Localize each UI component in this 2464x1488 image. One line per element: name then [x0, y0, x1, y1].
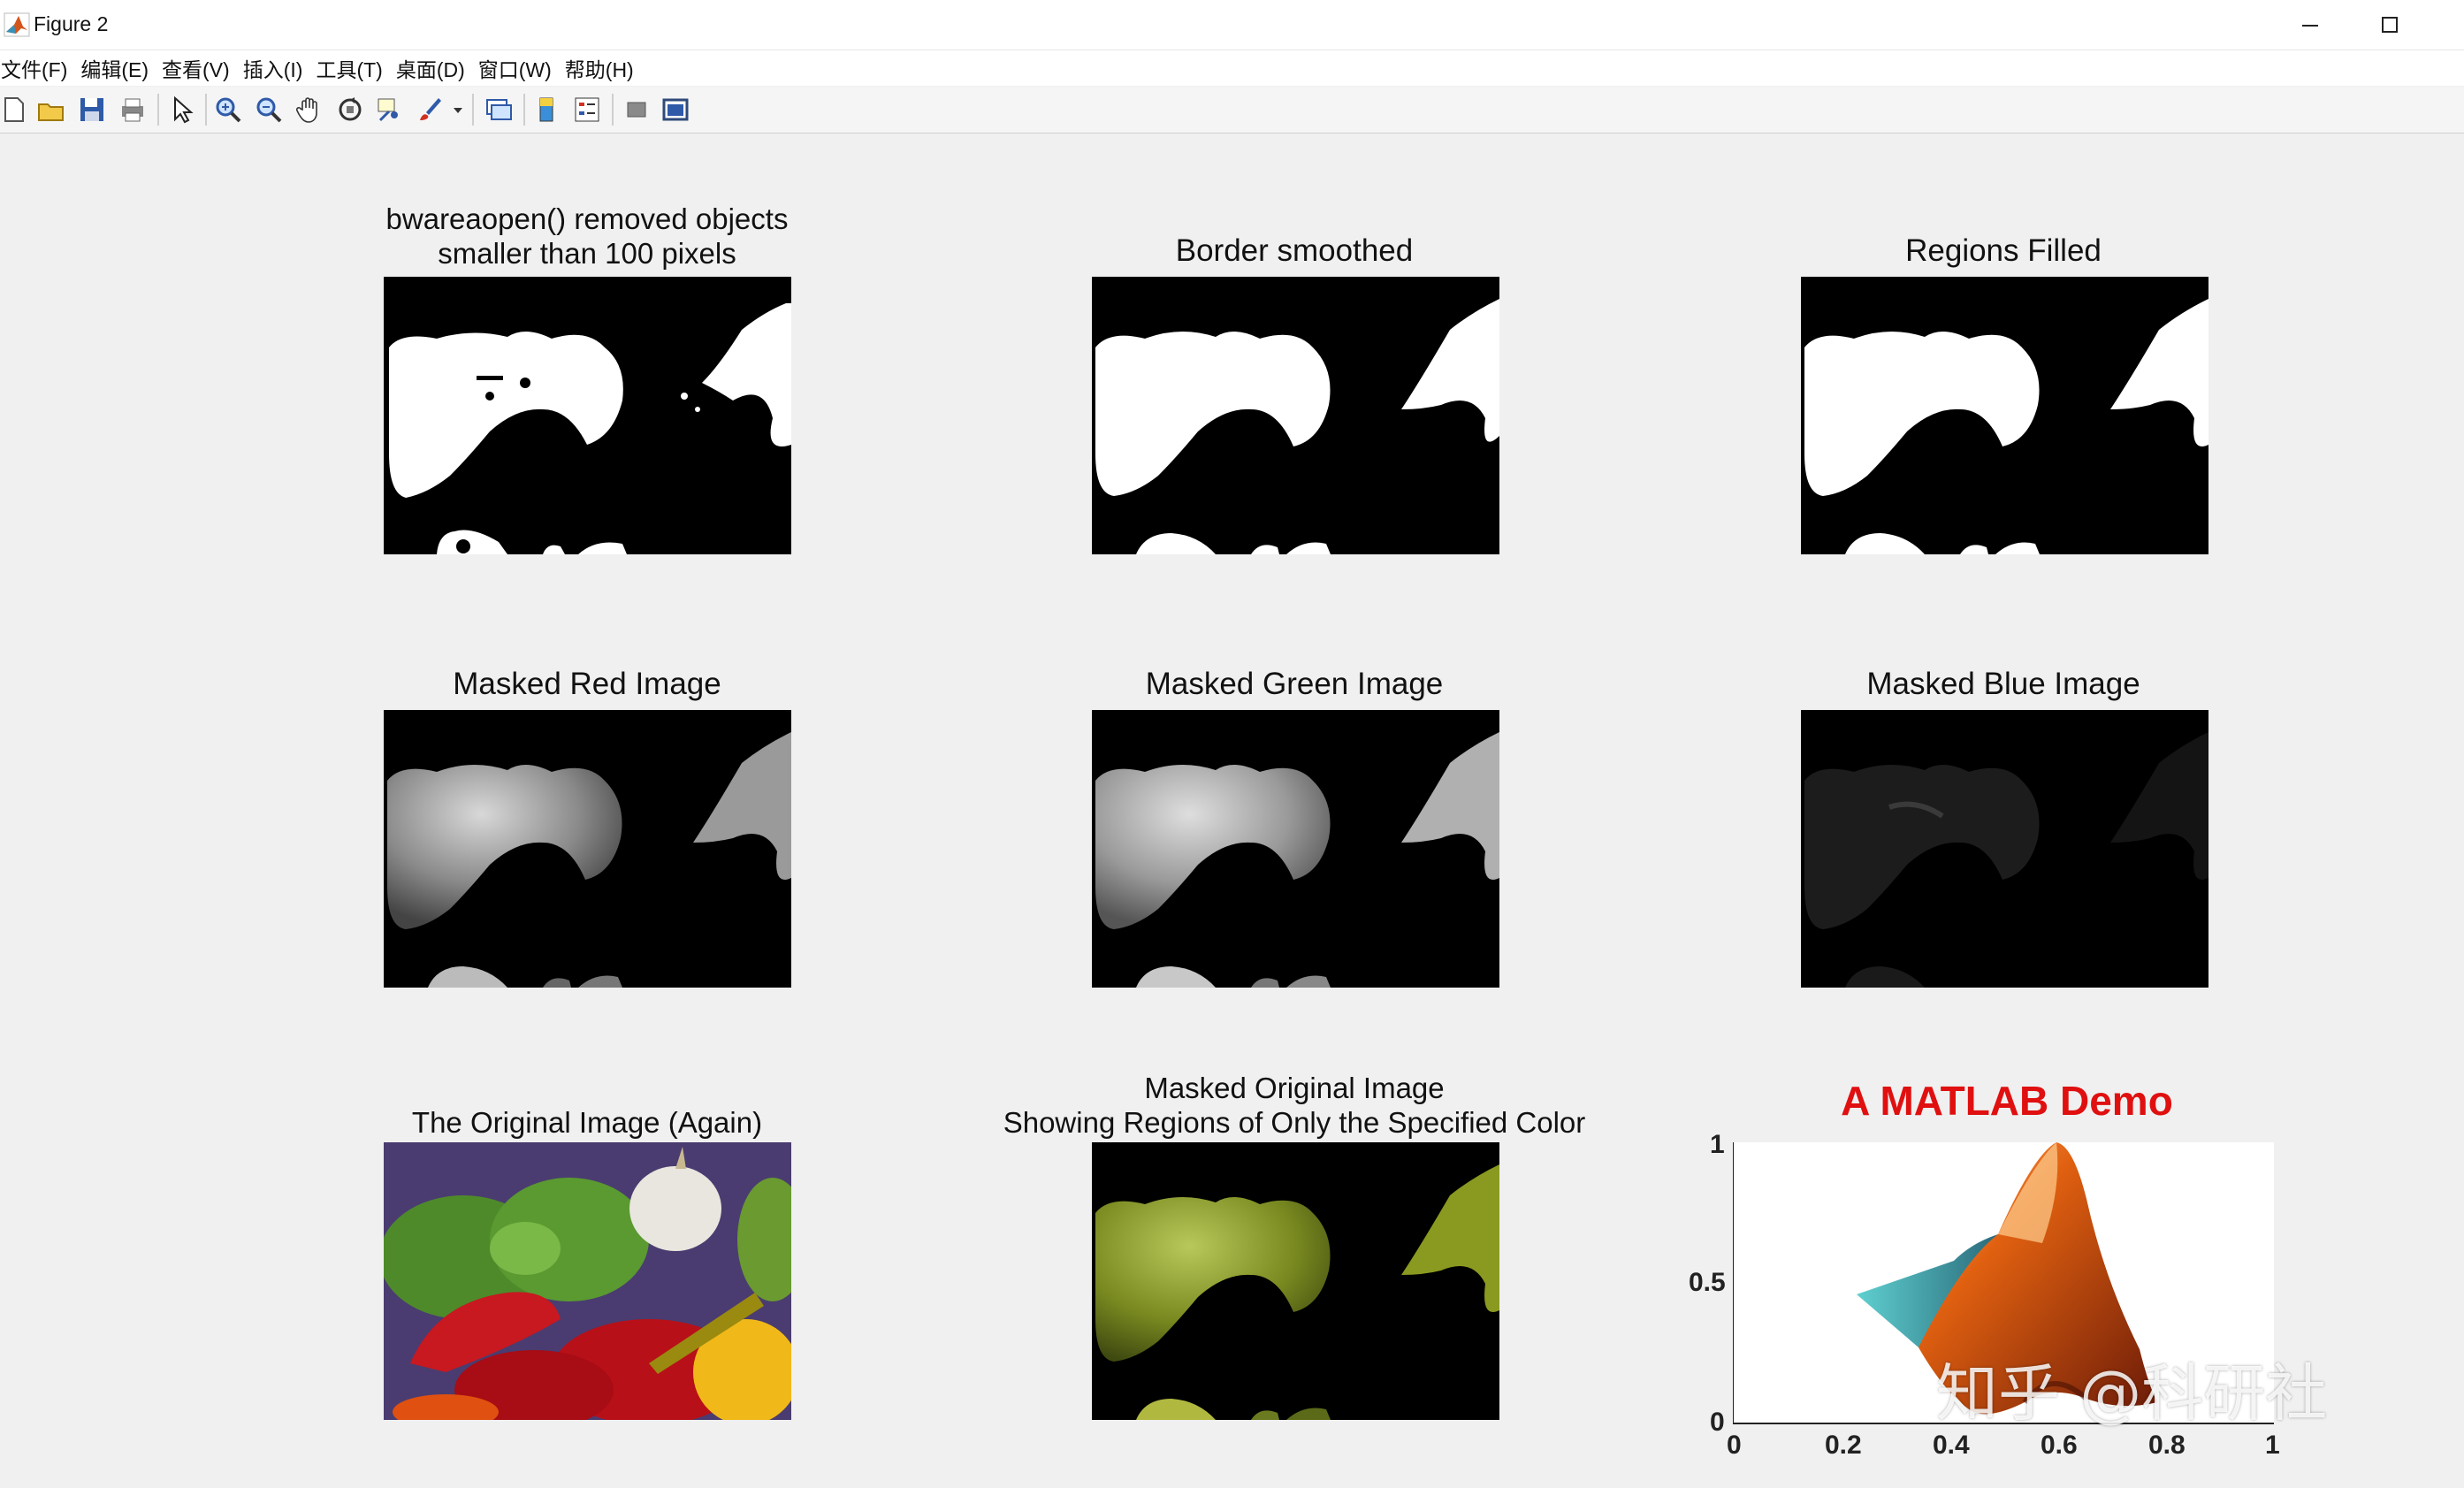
- x-tick-label: 1: [2265, 1431, 2280, 1460]
- panel-title-line2: Showing Regions of Only the Specified Co…: [1003, 1106, 1586, 1139]
- toolbar-separator: [205, 94, 207, 126]
- panel-title: Regions Filled: [1905, 233, 2102, 268]
- menu-edit[interactable]: 编辑(E): [80, 53, 156, 83]
- toolbar-separator: [523, 94, 525, 126]
- binary-mask-image: [384, 277, 791, 554]
- rotate-3d-icon[interactable]: [336, 95, 364, 124]
- panel-title: bwareaopen() removed objects smaller tha…: [322, 202, 852, 271]
- maximize-button[interactable]: [2350, 0, 2430, 50]
- x-tick-label: 0.8: [2148, 1431, 2186, 1460]
- panel-title-line2: smaller than 100 pixels: [438, 237, 736, 270]
- y-tick-label: 0: [1710, 1408, 1725, 1437]
- new-figure-icon[interactable]: [0, 95, 28, 124]
- menu-file[interactable]: 文件(F): [0, 53, 74, 83]
- save-icon[interactable]: [78, 95, 106, 124]
- masked-original-image: [1092, 1142, 1499, 1420]
- panel-title: The Original Image (Again): [411, 1106, 763, 1139]
- menu-bar: 文件(F) 编辑(E) 查看(V) 插入(I) 工具(T) 桌面(D) 窗口(W…: [0, 50, 2464, 86]
- print-icon[interactable]: [118, 95, 147, 124]
- maximize-icon: [2382, 17, 2398, 33]
- dropdown-arrow-icon[interactable]: [451, 95, 465, 124]
- menu-view[interactable]: 查看(V): [161, 53, 237, 83]
- panel-title: Masked Red Image: [453, 667, 721, 701]
- colorbar-icon[interactable]: [532, 95, 561, 124]
- panel-title: Masked Green Image: [1145, 667, 1444, 701]
- toolbar-separator: [612, 94, 614, 126]
- panel-title: Masked Original Image Showing Regions of…: [941, 1071, 1648, 1140]
- open-icon[interactable]: [37, 95, 65, 124]
- data-cursor-icon[interactable]: [375, 95, 403, 124]
- matlab-logo-icon: [4, 12, 30, 37]
- original-peppers-image: [384, 1142, 791, 1420]
- y-tick-label: 1: [1710, 1130, 1725, 1159]
- y-tick-label: 0.5: [1689, 1268, 1726, 1297]
- masked-red-image: [384, 710, 791, 988]
- menu-tools[interactable]: 工具(T): [315, 53, 389, 83]
- legend-icon[interactable]: [573, 95, 601, 124]
- hide-plot-tools-icon[interactable]: [622, 95, 651, 124]
- link-plot-icon[interactable]: [484, 95, 513, 124]
- toolbar-separator: [157, 94, 159, 126]
- menu-insert[interactable]: 插入(I): [242, 53, 310, 83]
- pan-hand-icon[interactable]: [295, 95, 324, 124]
- window-title-bar: Figure 2: [0, 0, 2464, 50]
- brush-icon[interactable]: [416, 95, 444, 124]
- menu-help[interactable]: 帮助(H): [564, 53, 641, 83]
- smoothed-mask-image: [1092, 277, 1499, 554]
- filled-mask-image: [1801, 277, 2208, 554]
- panel-title-line1: Masked Original Image: [1144, 1072, 1445, 1104]
- menu-desktop[interactable]: 桌面(D): [395, 53, 472, 83]
- watermark-text: 知乎 @科研社: [1936, 1357, 2328, 1430]
- masked-green-image: [1092, 710, 1499, 988]
- panel-title: Masked Blue Image: [1866, 667, 2140, 701]
- zoom-out-icon[interactable]: [255, 95, 283, 124]
- minimize-button[interactable]: [2270, 0, 2350, 50]
- x-tick-label: 0.2: [1825, 1431, 1862, 1460]
- pointer-icon[interactable]: [168, 95, 196, 124]
- panel-title: Border smoothed: [1175, 233, 1414, 268]
- x-tick-label: 0.4: [1933, 1431, 1970, 1460]
- x-tick-label: 0: [1727, 1431, 1742, 1460]
- panel-title-line1: bwareaopen() removed objects: [385, 202, 789, 235]
- x-tick-label: 0.6: [2041, 1431, 2078, 1460]
- menu-window[interactable]: 窗口(W): [477, 53, 559, 83]
- window-title: Figure 2: [34, 12, 109, 35]
- minimize-icon: [2302, 25, 2318, 27]
- masked-blue-image: [1801, 710, 2208, 988]
- figure-toolbar: [0, 87, 2464, 134]
- show-plot-tools-icon[interactable]: [661, 95, 690, 124]
- toolbar-separator: [472, 94, 474, 126]
- demo-title: A MATLAB Demo: [1841, 1078, 2173, 1124]
- zoom-in-icon[interactable]: [214, 95, 242, 124]
